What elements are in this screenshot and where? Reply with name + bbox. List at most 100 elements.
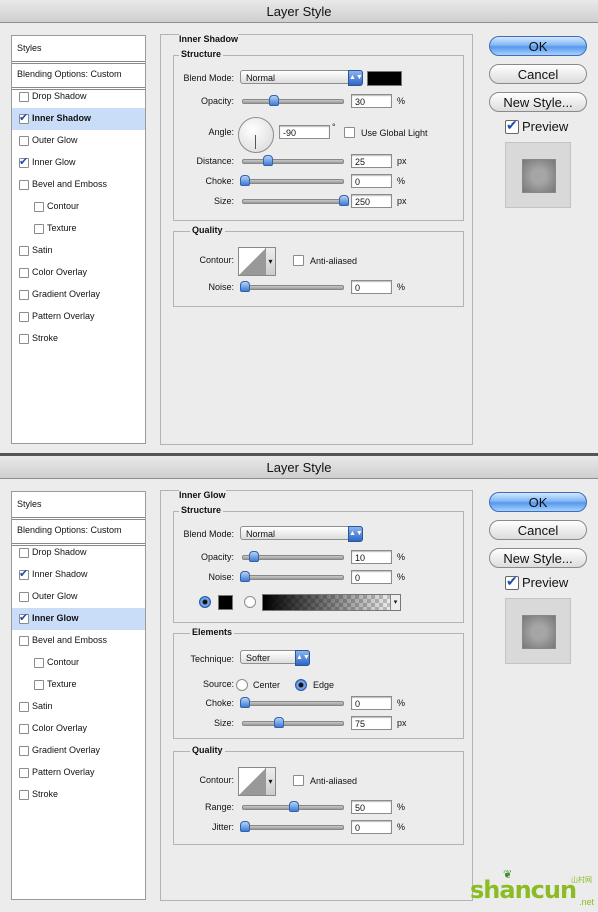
jitter-slider[interactable]	[240, 821, 344, 832]
style-checkbox[interactable]	[19, 636, 29, 646]
style-checkbox[interactable]	[34, 658, 44, 668]
style-checkbox[interactable]	[34, 680, 44, 690]
style-item-inner-shadow[interactable]: Inner Shadow	[12, 108, 145, 130]
opacity-slider-knob[interactable]	[269, 95, 279, 106]
blend-mode-select[interactable]: Normal ▲▼	[240, 70, 363, 86]
preview-checkbox[interactable]	[505, 573, 519, 590]
cancel-button[interactable]: Cancel	[489, 64, 587, 84]
opacity-slider[interactable]	[242, 551, 344, 562]
distance-slider[interactable]	[242, 155, 344, 166]
style-item-color-overlay[interactable]: Color Overlay	[12, 718, 145, 740]
gradient-radio[interactable]	[244, 596, 256, 608]
style-item-pattern-overlay[interactable]: Pattern Overlay	[12, 762, 145, 784]
style-checkbox[interactable]	[19, 111, 29, 124]
anti-aliased-checkbox[interactable]	[293, 775, 304, 786]
size-slider[interactable]	[242, 717, 344, 728]
jitter-field[interactable]: 0	[351, 820, 392, 834]
choke-slider[interactable]	[240, 697, 344, 708]
ok-button[interactable]: OK	[489, 36, 587, 56]
style-item-satin[interactable]: Satin	[12, 696, 145, 718]
choke-slider[interactable]	[240, 175, 344, 186]
title-bar[interactable]: Layer Style	[0, 456, 598, 479]
style-item-gradient-overlay[interactable]: Gradient Overlay	[12, 740, 145, 762]
size-slider-knob[interactable]	[274, 717, 284, 728]
style-item-outer-glow[interactable]: Outer Glow	[12, 130, 145, 152]
cancel-button[interactable]: Cancel	[489, 520, 587, 540]
style-checkbox[interactable]	[19, 246, 29, 256]
use-global-light-checkbox[interactable]	[344, 127, 355, 138]
style-checkbox[interactable]	[19, 92, 29, 102]
style-item-bevel-and-emboss[interactable]: Bevel and Emboss	[12, 174, 145, 196]
style-checkbox[interactable]	[34, 224, 44, 234]
style-checkbox[interactable]	[19, 548, 29, 558]
new-style-button[interactable]: New Style...	[489, 92, 587, 112]
choke-slider-knob[interactable]	[240, 175, 250, 186]
style-checkbox[interactable]	[19, 312, 29, 322]
range-slider-knob[interactable]	[289, 801, 299, 812]
style-item-color-overlay[interactable]: Color Overlay	[12, 262, 145, 284]
style-item-texture[interactable]: Texture	[12, 674, 145, 696]
styles-header[interactable]: Styles	[12, 36, 145, 64]
range-slider[interactable]	[242, 801, 344, 812]
new-style-button[interactable]: New Style...	[489, 548, 587, 568]
style-item-bevel-and-emboss[interactable]: Bevel and Emboss	[12, 630, 145, 652]
shadow-color-swatch[interactable]	[367, 71, 402, 86]
style-checkbox[interactable]	[19, 334, 29, 344]
style-checkbox[interactable]	[19, 746, 29, 756]
choke-field[interactable]: 0	[351, 174, 392, 188]
style-item-stroke[interactable]: Stroke	[12, 784, 145, 806]
choke-field[interactable]: 0	[351, 696, 392, 710]
style-item-gradient-overlay[interactable]: Gradient Overlay	[12, 284, 145, 306]
distance-slider-knob[interactable]	[263, 155, 273, 166]
solid-color-radio[interactable]	[199, 596, 211, 608]
noise-field[interactable]: 0	[351, 570, 392, 584]
style-checkbox[interactable]	[19, 136, 29, 146]
style-item-drop-shadow[interactable]: Drop Shadow	[12, 542, 145, 564]
source-center-radio[interactable]	[236, 679, 248, 691]
contour-picker[interactable]: ▾	[238, 247, 276, 276]
title-bar[interactable]: Layer Style	[0, 0, 598, 23]
style-checkbox[interactable]	[19, 268, 29, 278]
range-field[interactable]: 50	[351, 800, 392, 814]
jitter-slider-knob[interactable]	[240, 821, 250, 832]
style-item-contour[interactable]: Contour	[12, 196, 145, 218]
glow-color-swatch[interactable]	[218, 595, 233, 610]
anti-aliased-checkbox[interactable]	[293, 255, 304, 266]
source-edge-radio[interactable]	[295, 679, 307, 691]
style-item-stroke[interactable]: Stroke	[12, 328, 145, 350]
ok-button[interactable]: OK	[489, 492, 587, 512]
size-slider[interactable]	[242, 195, 349, 206]
choke-slider-knob[interactable]	[240, 697, 250, 708]
technique-select[interactable]: Softer ▲▼	[240, 650, 310, 666]
style-item-inner-shadow[interactable]: Inner Shadow	[12, 564, 145, 586]
style-checkbox[interactable]	[19, 180, 29, 190]
style-checkbox[interactable]	[19, 611, 29, 624]
opacity-slider-knob[interactable]	[249, 551, 259, 562]
style-item-texture[interactable]: Texture	[12, 218, 145, 240]
opacity-slider[interactable]	[242, 95, 344, 106]
noise-slider-knob[interactable]	[240, 281, 250, 292]
blend-mode-select[interactable]: Normal ▲▼	[240, 526, 363, 542]
distance-field[interactable]: 25	[351, 154, 392, 168]
style-checkbox[interactable]	[19, 724, 29, 734]
style-checkbox[interactable]	[19, 290, 29, 300]
style-item-drop-shadow[interactable]: Drop Shadow	[12, 86, 145, 108]
size-slider-knob[interactable]	[339, 195, 349, 206]
angle-wheel[interactable]	[238, 117, 274, 153]
style-checkbox[interactable]	[19, 155, 29, 168]
style-item-inner-glow[interactable]: Inner Glow	[12, 152, 145, 174]
style-item-satin[interactable]: Satin	[12, 240, 145, 262]
style-checkbox[interactable]	[19, 768, 29, 778]
size-field[interactable]: 250	[351, 194, 392, 208]
style-item-inner-glow[interactable]: Inner Glow	[12, 608, 145, 630]
angle-field[interactable]: -90	[279, 125, 330, 139]
size-field[interactable]: 75	[351, 716, 392, 730]
styles-header[interactable]: Styles	[12, 492, 145, 520]
preview-checkbox[interactable]	[505, 117, 519, 134]
noise-slider-knob[interactable]	[240, 571, 250, 582]
style-checkbox[interactable]	[19, 592, 29, 602]
style-checkbox[interactable]	[34, 202, 44, 212]
contour-picker[interactable]: ▾	[238, 767, 276, 796]
noise-field[interactable]: 0	[351, 280, 392, 294]
opacity-field[interactable]: 30	[351, 94, 392, 108]
